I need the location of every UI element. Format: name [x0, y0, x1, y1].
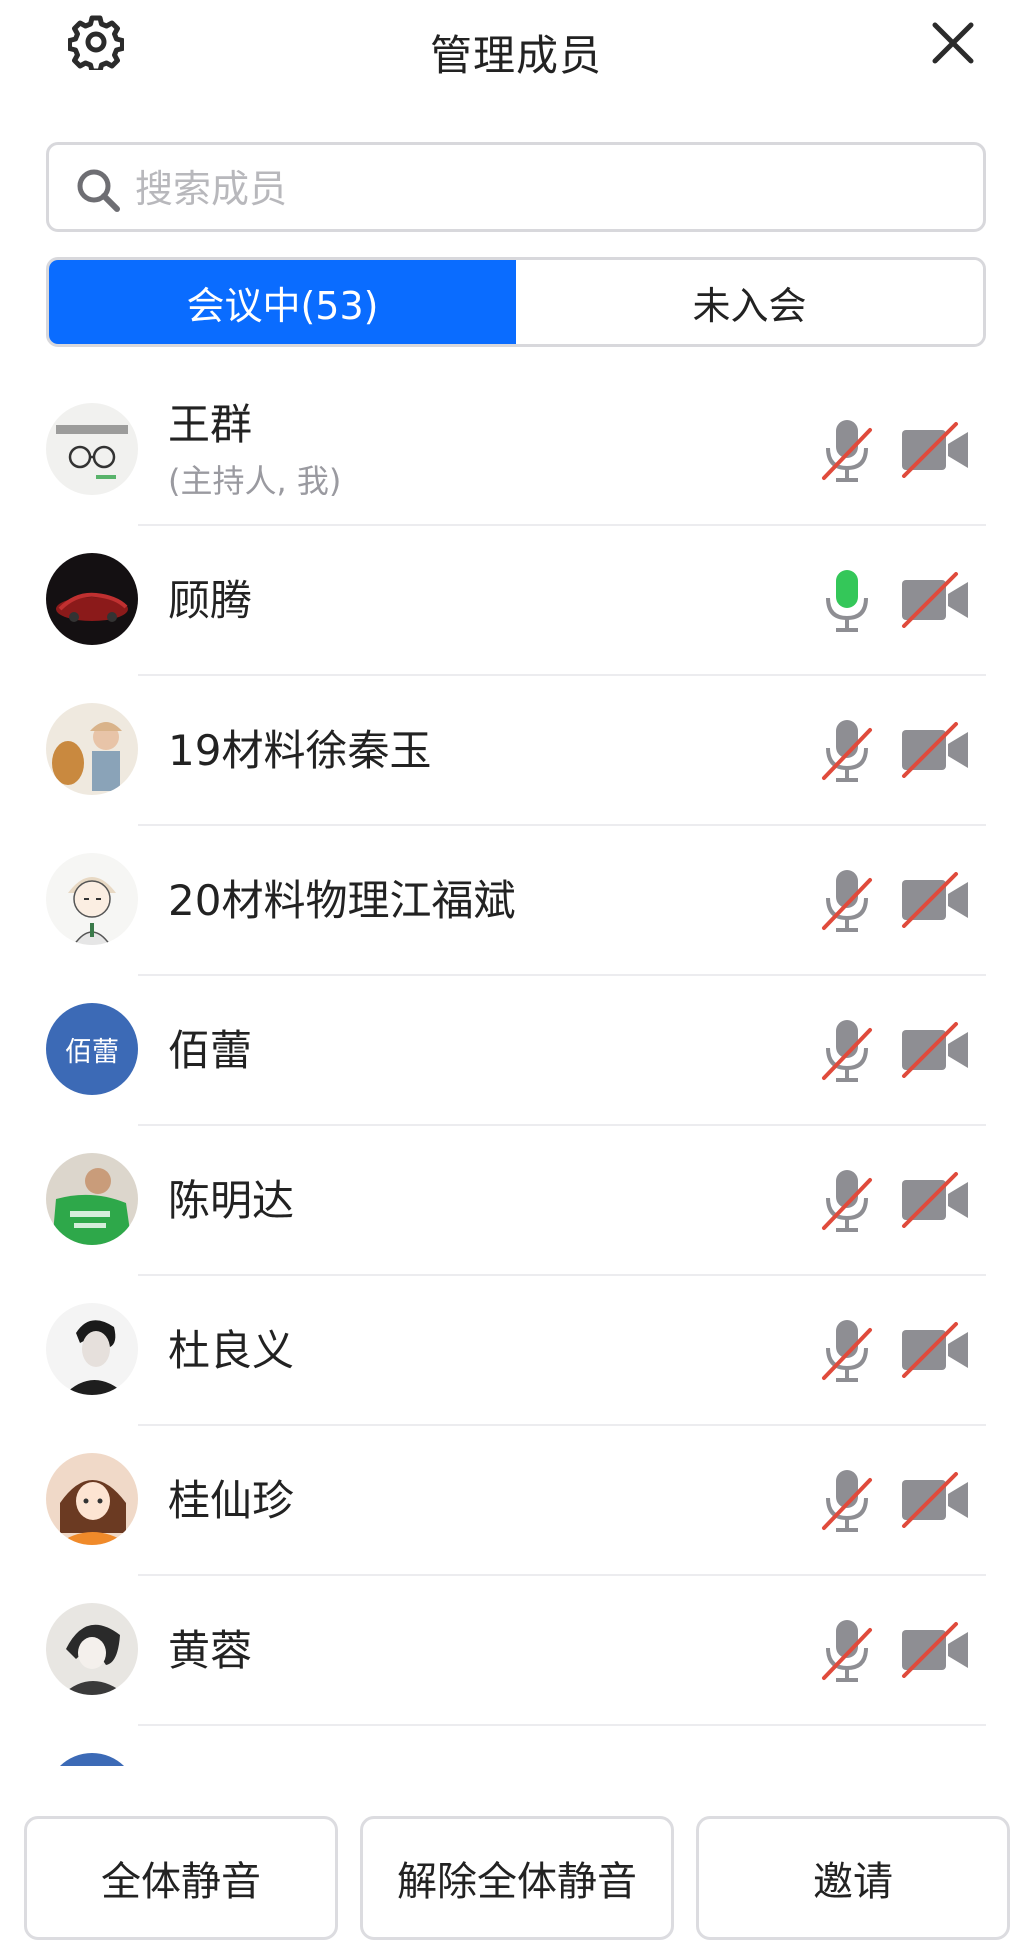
member-name: 20材料物理江福斌 — [168, 876, 516, 925]
mic-muted-icon[interactable] — [820, 416, 874, 486]
avatar — [46, 703, 138, 795]
avatar-initials: 佰蕾 — [46, 1003, 138, 1095]
list-item[interactable]: 杜良义 — [0, 1276, 1032, 1426]
list-item[interactable]: 顾腾 — [0, 526, 1032, 676]
member-role: (主持人, 我) — [168, 462, 342, 500]
avatar — [46, 1153, 138, 1245]
bottom-action-bar: 全体静音 解除全体静音 邀请 — [0, 1780, 1032, 1948]
list-item[interactable]: 王群 (主持人, 我) — [0, 376, 1032, 526]
member-tabs: 会议中(53) 未入会 — [46, 257, 986, 347]
member-name: 杜良义 — [168, 1326, 295, 1375]
member-name: 19材料徐秦玉 — [168, 726, 432, 775]
search-box[interactable] — [46, 142, 986, 232]
mic-muted-icon[interactable] — [820, 1466, 874, 1536]
member-name: 佰蕾 — [168, 1026, 253, 1075]
camera-off-icon[interactable] — [900, 1022, 970, 1078]
member-name: 桂仙珍 — [168, 1476, 295, 1525]
mic-muted-icon[interactable] — [820, 1166, 874, 1236]
camera-off-icon[interactable] — [900, 1172, 970, 1228]
list-item[interactable]: 黄蓉 — [0, 1576, 1032, 1726]
member-name: 陈明达 — [168, 1176, 295, 1225]
avatar — [46, 853, 138, 945]
close-icon[interactable] — [930, 20, 976, 66]
tab-not-joined[interactable]: 未入会 — [516, 260, 983, 344]
camera-off-icon[interactable] — [900, 722, 970, 778]
avatar — [46, 403, 138, 495]
member-name: 黄蓉 — [168, 1626, 253, 1675]
camera-off-icon[interactable] — [900, 572, 970, 628]
mic-muted-icon[interactable] — [820, 866, 874, 936]
unmute-all-button[interactable]: 解除全体静音 — [360, 1816, 674, 1940]
mic-active-icon[interactable] — [820, 566, 874, 636]
tab-in-meeting[interactable]: 会议中(53) — [49, 260, 516, 344]
member-list: 王群 (主持人, 我) 顾腾 19材料徐秦玉 20材料物理江福斌 佰蕾 佰蕾 陈… — [0, 376, 1032, 1766]
avatar — [46, 1603, 138, 1695]
list-item[interactable]: 佰蕾 佰蕾 — [0, 976, 1032, 1126]
header-bar: 管理成员 — [0, 0, 1032, 110]
list-item[interactable]: 19材料徐秦玉 — [0, 676, 1032, 826]
camera-off-icon[interactable] — [900, 422, 970, 478]
member-name: 王群 — [168, 400, 253, 449]
avatar — [46, 1303, 138, 1395]
camera-off-icon[interactable] — [900, 872, 970, 928]
mute-all-button[interactable]: 全体静音 — [24, 1816, 338, 1940]
list-item[interactable] — [0, 1726, 1032, 1766]
avatar — [46, 1753, 138, 1766]
list-item[interactable]: 陈明达 — [0, 1126, 1032, 1276]
invite-button[interactable]: 邀请 — [696, 1816, 1010, 1940]
mic-muted-icon[interactable] — [820, 716, 874, 786]
search-input[interactable] — [133, 155, 957, 223]
camera-off-icon[interactable] — [900, 1322, 970, 1378]
list-item[interactable]: 20材料物理江福斌 — [0, 826, 1032, 976]
mic-muted-icon[interactable] — [820, 1016, 874, 1086]
camera-off-icon[interactable] — [900, 1472, 970, 1528]
avatar — [46, 553, 138, 645]
avatar — [46, 1453, 138, 1545]
page-title: 管理成员 — [429, 31, 602, 80]
mic-muted-icon[interactable] — [820, 1616, 874, 1686]
mic-muted-icon[interactable] — [820, 1316, 874, 1386]
camera-off-icon[interactable] — [900, 1622, 970, 1678]
search-icon — [77, 169, 120, 212]
member-name: 顾腾 — [168, 576, 253, 625]
list-item[interactable]: 桂仙珍 — [0, 1426, 1032, 1576]
